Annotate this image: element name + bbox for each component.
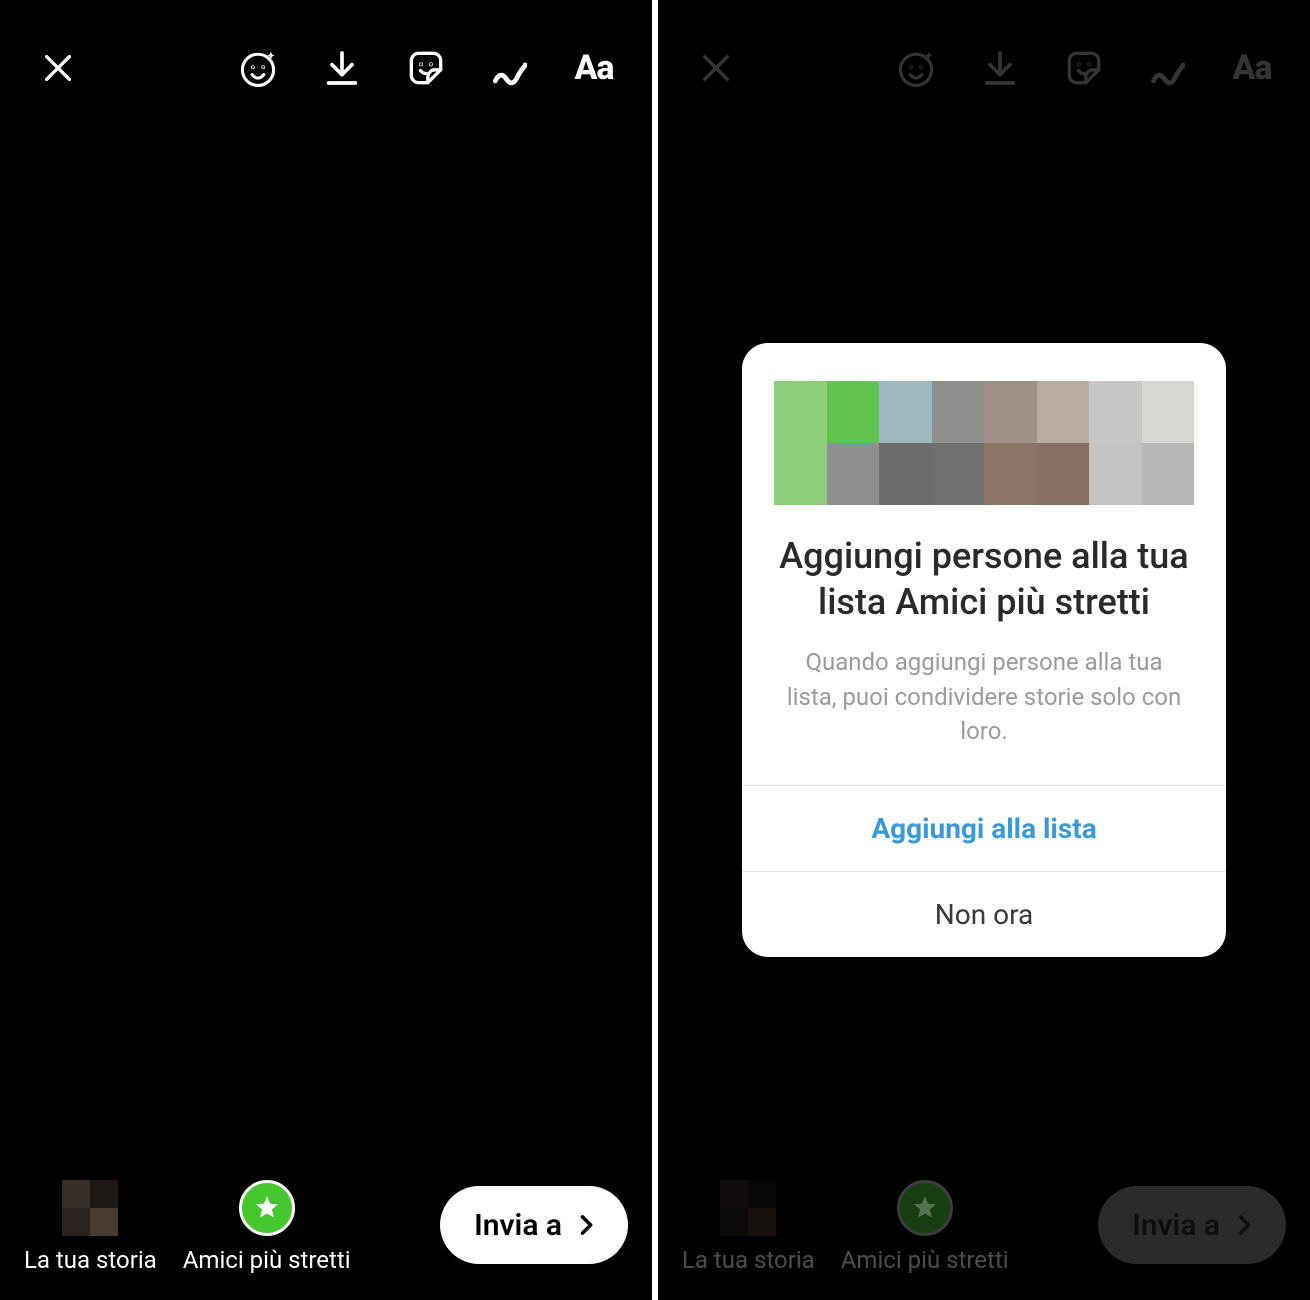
story-editor-toolbar: Aa [0,38,652,98]
story-editor-right: Aa La tua storia Amici più stretti Invia… [658,0,1310,1300]
story-share-bar: La tua storia Amici più stretti Invia a [0,1154,652,1274]
text-tool-icon[interactable]: Aa [572,46,616,90]
close-icon[interactable] [36,46,80,90]
send-to-button[interactable]: Invia a [440,1186,628,1264]
download-icon[interactable] [320,46,364,90]
modal-overlay[interactable]: Aggiungi persone alla tua lista Amici pi… [658,0,1310,1300]
close-friends-option[interactable]: Amici più stretti [183,1180,351,1274]
star-icon [239,1180,295,1236]
avatar [62,1180,118,1236]
not-now-button[interactable]: Non ora [742,871,1226,957]
story-editor-left: Aa La tua storia Amici più stretti Invia… [0,0,652,1300]
send-to-label: Invia a [474,1208,562,1243]
add-to-list-button[interactable]: Aggiungi alla lista [742,785,1226,871]
your-story-label: La tua storia [24,1246,157,1274]
sticker-icon[interactable] [404,46,448,90]
modal-illustration [742,343,1226,533]
modal-title: Aggiungi persone alla tua lista Amici pi… [742,533,1226,625]
chevron-right-icon [572,1211,600,1239]
modal-description: Quando aggiungi persone alla tua lista, … [742,625,1226,785]
effects-icon[interactable] [236,46,280,90]
close-friends-label: Amici più stretti [183,1246,351,1274]
close-friends-modal: Aggiungi persone alla tua lista Amici pi… [742,343,1226,958]
your-story-option[interactable]: La tua storia [24,1180,157,1274]
draw-icon[interactable] [488,46,532,90]
